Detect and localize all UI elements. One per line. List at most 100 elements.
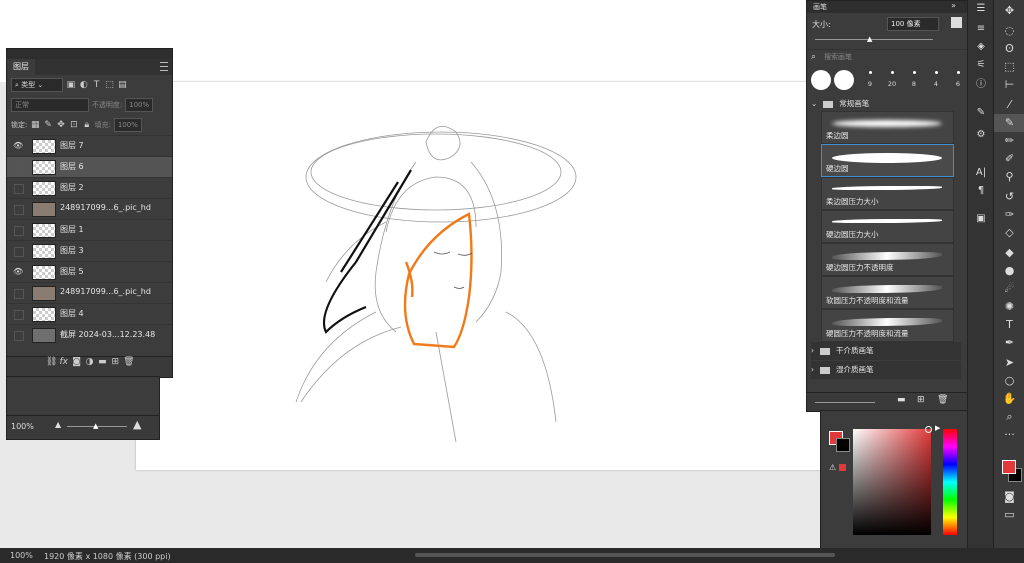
size-slider-thumb[interactable]: ▲: [867, 35, 872, 43]
trash-icon[interactable]: 🗑︎: [123, 357, 134, 367]
clone-stamp-tool-icon[interactable]: ⚲: [994, 168, 1024, 186]
layer-row[interactable]: 248917099...6_.pic_hd: [7, 282, 172, 303]
lock-pixels-icon[interactable]: ▦: [30, 120, 40, 130]
mask-icon[interactable]: ◙: [72, 357, 82, 367]
group-folder-icon[interactable]: ▬: [97, 357, 107, 367]
brush-search-input[interactable]: 搜索画笔: [821, 51, 965, 63]
layer-row[interactable]: 图层 6: [7, 156, 172, 177]
new-layer-icon[interactable]: ⊞: [110, 357, 120, 367]
layer-row[interactable]: 图层 3: [7, 240, 172, 261]
layer-row[interactable]: 👁︎ 图层 7: [7, 135, 172, 156]
size-input[interactable]: 100 像素: [887, 17, 939, 31]
hand-tool-icon[interactable]: ✋: [994, 390, 1024, 408]
paragraph-style-icon[interactable]: ¶: [968, 182, 994, 200]
document-canvas[interactable]: [136, 82, 826, 470]
tab-layers[interactable]: 图层: [7, 59, 35, 75]
eye-icon[interactable]: 👁︎: [13, 141, 23, 151]
type-tool-icon[interactable]: T: [994, 316, 1024, 334]
pencil-tool-icon[interactable]: ✏: [994, 132, 1024, 150]
recent-brush-preset[interactable]: 6: [949, 68, 967, 92]
move-tool-icon[interactable]: ✥: [994, 2, 1024, 20]
brush-folder[interactable]: › 干介质画笔: [811, 342, 961, 360]
recent-brush-preset[interactable]: 8: [905, 68, 923, 92]
zoom-value[interactable]: 100%: [11, 422, 34, 431]
lock-move-icon[interactable]: ✥: [56, 120, 66, 130]
foreground-color[interactable]: [1002, 460, 1016, 474]
paint-bucket-tool-icon[interactable]: ◆: [994, 244, 1024, 262]
layers-icon[interactable]: ◈: [968, 38, 994, 56]
layer-name[interactable]: 图层 1: [60, 224, 84, 235]
shape-filter-icon[interactable]: ⬚: [105, 80, 115, 90]
zoom-slider-thumb[interactable]: ▲: [93, 422, 98, 430]
brush-preset[interactable]: 硬边圆压力大小: [821, 210, 954, 243]
layer-row[interactable]: 图层 4: [7, 303, 172, 324]
chevron-right-icon[interactable]: ›: [811, 365, 814, 374]
brush-tool-icon[interactable]: ✎: [994, 114, 1024, 132]
quick-mask-icon[interactable]: ◙: [994, 488, 1024, 506]
layer-name[interactable]: 图层 7: [60, 140, 84, 151]
mixer-brush-tool-icon[interactable]: ✐: [994, 150, 1024, 168]
layer-name[interactable]: 图层 6: [60, 161, 84, 172]
character-icon[interactable]: A|: [968, 164, 994, 182]
blur-tool-icon[interactable]: ●: [994, 262, 1024, 280]
background-swatch[interactable]: [836, 438, 850, 452]
blend-mode-select[interactable]: 正常: [11, 98, 89, 112]
sponge-tool-icon[interactable]: ✺: [994, 298, 1024, 316]
dodge-tool-icon[interactable]: ☄: [994, 280, 1024, 298]
picker-marker[interactable]: [925, 426, 932, 433]
layer-name[interactable]: 图层 4: [60, 308, 84, 319]
adjustment-layer-icon[interactable]: ◑: [85, 357, 95, 367]
visibility-toggle[interactable]: [14, 331, 24, 341]
lock-paint-icon[interactable]: ✎: [43, 120, 53, 130]
lasso-tool-icon[interactable]: ʘ: [994, 40, 1024, 58]
color-picker-field[interactable]: [853, 429, 931, 535]
fill-input[interactable]: 100%: [113, 118, 142, 132]
chevron-right-icon[interactable]: ›: [811, 346, 814, 355]
layer-row[interactable]: 图层 1: [7, 219, 172, 240]
panel-menu-icon[interactable]: [160, 62, 168, 71]
lock-all-icon[interactable]: 🔒︎: [82, 120, 92, 130]
align-icon[interactable]: ☰: [968, 0, 994, 18]
history-icon[interactable]: ▣: [968, 210, 994, 228]
recent-brush-preset[interactable]: 20: [883, 68, 901, 92]
recent-brush-preset[interactable]: 9: [861, 68, 879, 92]
status-zoom[interactable]: 100%: [10, 551, 33, 560]
brush-preset[interactable]: 软圆压力不透明度和流量: [821, 276, 954, 309]
layer-name[interactable]: 248917099...6_.pic_hd: [60, 203, 151, 212]
layer-name[interactable]: 截屏 2024-03...12.23.48: [60, 329, 155, 340]
brush-settings-icon[interactable]: ✎: [968, 104, 994, 122]
eyedropper-tool-icon[interactable]: ⁄: [994, 96, 1024, 114]
adjust-filter-icon[interactable]: ◐: [79, 80, 89, 90]
visibility-toggle[interactable]: [14, 247, 24, 257]
layer-name[interactable]: 图层 5: [60, 266, 84, 277]
image-filter-icon[interactable]: ▣: [66, 80, 76, 90]
brush-folder[interactable]: › 湿介质画笔: [811, 361, 961, 379]
brush-preset[interactable]: 硬圆压力不透明度和流量: [821, 309, 954, 342]
layer-filter-select[interactable]: ⌕ 类型 ⌄: [11, 78, 63, 92]
type-filter-icon[interactable]: T: [92, 80, 102, 90]
trash-icon[interactable]: 🗑︎: [937, 395, 948, 405]
more-tools-icon[interactable]: ···: [994, 426, 1024, 444]
marquee-tool-icon[interactable]: ◌: [994, 22, 1024, 40]
zoom-tool-icon[interactable]: ⌕: [994, 408, 1024, 426]
link-layers-icon[interactable]: ⛓︎: [46, 357, 57, 367]
warning-icon[interactable]: ⚠: [829, 463, 836, 472]
paragraph-icon[interactable]: ≡: [968, 20, 994, 38]
panel-titlebar[interactable]: [7, 49, 172, 59]
folder-new-icon[interactable]: ▬: [897, 395, 906, 405]
fx-icon[interactable]: fx: [59, 357, 69, 367]
eraser-tool-icon[interactable]: ◇: [994, 224, 1024, 242]
opacity-input[interactable]: 100%: [125, 98, 154, 112]
clone-source-icon[interactable]: ⚙: [968, 126, 994, 144]
layer-row[interactable]: 截屏 2024-03...12.23.48: [7, 324, 172, 345]
ellipse-tool-icon[interactable]: ○: [994, 372, 1024, 390]
brush-preset[interactable]: 硬边圆: [821, 144, 954, 177]
visibility-toggle[interactable]: [14, 184, 24, 194]
web-color-swatch[interactable]: [839, 464, 846, 471]
eye-icon[interactable]: 👁︎: [13, 267, 23, 277]
adjustments-icon[interactable]: ⚟: [968, 56, 994, 74]
pen-tool-icon[interactable]: ✒: [994, 334, 1024, 352]
path-select-tool-icon[interactable]: ➤: [994, 354, 1024, 372]
horizontal-scrollbar[interactable]: [415, 553, 835, 557]
art-brush-tool-icon[interactable]: ✑: [994, 206, 1024, 224]
